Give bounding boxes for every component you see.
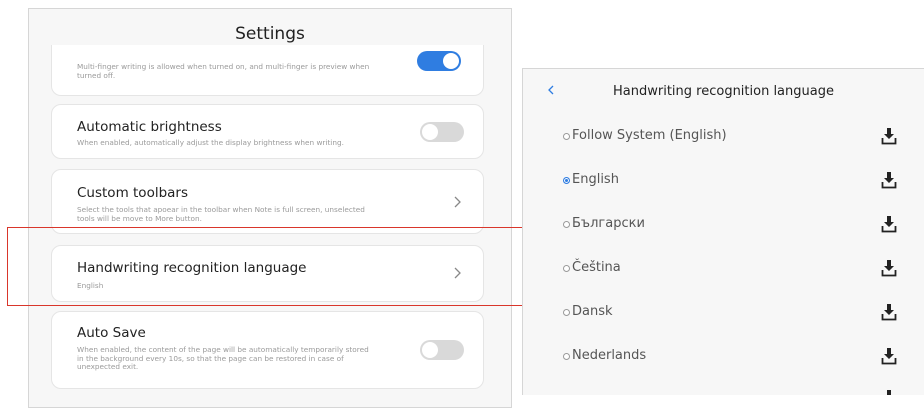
custom-toolbars-title: Custom toolbars bbox=[77, 185, 188, 201]
download-icon[interactable] bbox=[881, 259, 897, 277]
auto-save-title: Auto Save bbox=[77, 325, 146, 341]
multi-finger-toggle[interactable] bbox=[417, 51, 461, 71]
multi-finger-description: Multi-finger writing is allowed when tur… bbox=[77, 62, 370, 80]
download-icon[interactable] bbox=[881, 389, 897, 395]
download-icon[interactable] bbox=[881, 303, 897, 321]
download-icon[interactable] bbox=[881, 171, 897, 189]
download-icon[interactable] bbox=[881, 127, 897, 145]
language-label: Nederlands bbox=[572, 348, 647, 363]
auto-save-card: Auto Save When enabled, the content of t… bbox=[51, 311, 484, 389]
radio-button[interactable] bbox=[563, 221, 570, 228]
download-icon[interactable] bbox=[881, 347, 897, 365]
auto-save-toggle[interactable] bbox=[420, 340, 464, 360]
language-option[interactable]: Български bbox=[563, 215, 903, 237]
radio-button[interactable] bbox=[563, 265, 570, 272]
language-label: English bbox=[572, 172, 619, 187]
language-panel-title: Handwriting recognition language bbox=[613, 84, 834, 99]
auto-brightness-card: Automatic brightness When enabled, autom… bbox=[51, 104, 484, 159]
auto-save-description: When enabled, the content of the page wi… bbox=[77, 345, 369, 372]
radio-button-selected[interactable] bbox=[563, 177, 570, 184]
settings-panel: Settings Multi-finger writing is allowed… bbox=[28, 8, 512, 408]
language-label: Български bbox=[572, 216, 645, 231]
language-option[interactable]: Follow System (English) bbox=[563, 127, 903, 149]
language-label: Dansk bbox=[572, 304, 613, 319]
custom-toolbars-description: Select the tools that apoear in the tool… bbox=[77, 205, 365, 223]
radio-button[interactable] bbox=[563, 309, 570, 316]
settings-title: Settings bbox=[235, 24, 305, 44]
language-option[interactable]: Nederlands bbox=[563, 347, 903, 369]
custom-toolbars-card[interactable]: Custom toolbars Select the tools that ap… bbox=[51, 169, 484, 234]
highlight-box bbox=[7, 227, 529, 306]
language-option[interactable]: Dansk bbox=[563, 303, 903, 325]
auto-brightness-toggle[interactable] bbox=[420, 122, 464, 142]
auto-brightness-description: When enabled, automatically adjust the d… bbox=[77, 138, 344, 147]
language-option[interactable]: English bbox=[563, 171, 903, 193]
language-option[interactable]: Čeština bbox=[563, 259, 903, 281]
radio-button[interactable] bbox=[563, 133, 570, 140]
auto-brightness-title: Automatic brightness bbox=[77, 119, 222, 135]
language-label: Čeština bbox=[572, 260, 621, 275]
download-icon[interactable] bbox=[881, 215, 897, 233]
language-label: Follow System (English) bbox=[572, 128, 727, 143]
chevron-right-icon bbox=[454, 196, 461, 208]
language-panel: Handwriting recognition language Follow … bbox=[522, 68, 924, 395]
multi-finger-card: Multi-finger writing is allowed when tur… bbox=[51, 45, 484, 96]
radio-button[interactable] bbox=[563, 353, 570, 360]
